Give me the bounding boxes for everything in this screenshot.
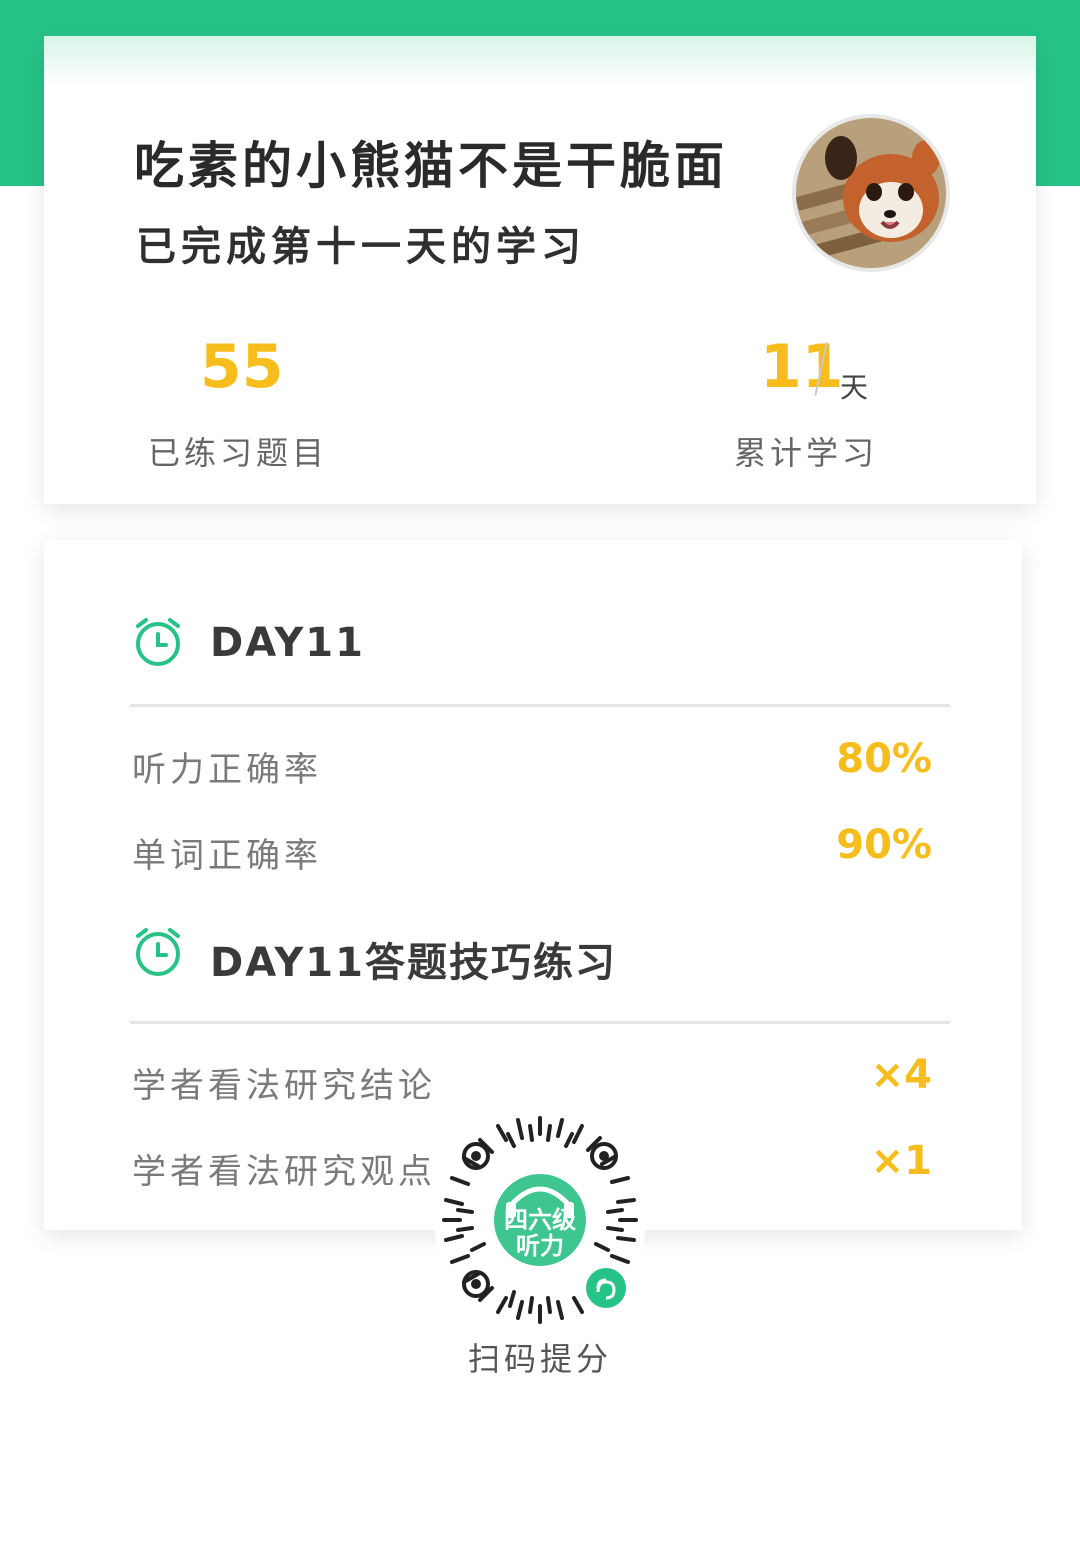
skills-section-divider: [130, 1021, 950, 1024]
red-panda-avatar-icon: [796, 118, 946, 268]
practiced-count: 55: [200, 332, 284, 402]
days-count: 11: [760, 332, 844, 402]
skill-conclusion-label: 学者看法研究结论: [132, 1066, 436, 1106]
days-unit: 天: [840, 371, 869, 404]
user-summary-card: 吃素的小熊猫不是干脆面 已完成第十一天的学习 55 已练习题目 11 天 累计学…: [44, 36, 1036, 504]
completion-subtitle: 已完成第十一天的学习: [136, 224, 586, 270]
share-card-page: 吃素的小熊猫不是干脆面 已完成第十一天的学习 55 已练习题目 11 天 累计学…: [0, 0, 1080, 1560]
skill-viewpoint-count: ×1: [870, 1138, 932, 1184]
skill-conclusion-count: ×4: [870, 1052, 932, 1098]
qr-caption: 扫码提分: [467, 1340, 612, 1378]
word-accuracy-label: 单词正确率: [132, 836, 322, 876]
mini-program-qr-code[interactable]: 四六级 听力: [432, 1112, 648, 1328]
skill-viewpoint-label: 学者看法研究观点: [132, 1152, 436, 1192]
qr-badge-line1: 四六级: [504, 1206, 576, 1234]
word-accuracy-value: 90%: [836, 822, 932, 868]
days-label: 累计学习: [734, 434, 879, 472]
alarm-clock-icon: [136, 618, 180, 666]
avatar[interactable]: [792, 114, 950, 272]
alarm-clock-icon: [136, 928, 180, 976]
username: 吃素的小熊猫不是干脆面: [134, 137, 728, 195]
qr-badge-line2: 听力: [516, 1233, 564, 1260]
listening-accuracy-label: 听力正确率: [132, 750, 322, 790]
skills-section-title: DAY11答题技巧练习: [210, 940, 617, 986]
listening-accuracy-value: 80%: [836, 736, 932, 782]
day-section-divider: [130, 704, 950, 707]
day-section-title: DAY11: [210, 620, 365, 666]
practiced-label: 已练习题目: [148, 434, 329, 472]
